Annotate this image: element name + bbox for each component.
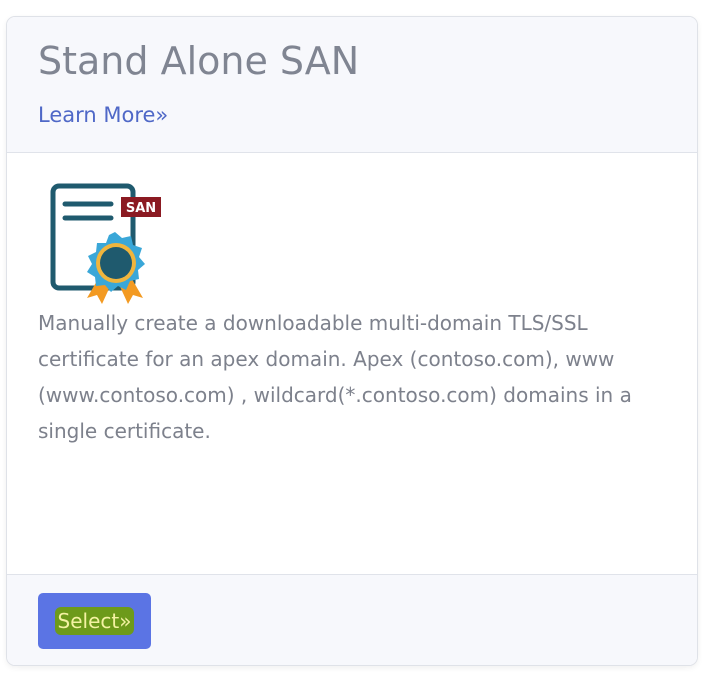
- select-button[interactable]: Select»: [38, 593, 151, 649]
- card-footer: Select»: [7, 574, 697, 665]
- seal-center: [100, 247, 132, 279]
- san-badge-text: SAN: [126, 201, 156, 216]
- select-button-label: Select»: [54, 607, 135, 635]
- card-description: Manually create a downloadable multi-dom…: [38, 311, 632, 443]
- card-body: SAN Manually create a downloadable multi…: [7, 153, 697, 574]
- card-title: Stand Alone SAN: [38, 39, 360, 83]
- certificate-option-card: Stand Alone SAN Learn More» SAN Manually…: [6, 16, 698, 666]
- certificate-icon: SAN: [50, 183, 161, 304]
- learn-more-link[interactable]: Learn More»: [38, 103, 168, 127]
- card-header: Stand Alone SAN Learn More»: [7, 17, 697, 153]
